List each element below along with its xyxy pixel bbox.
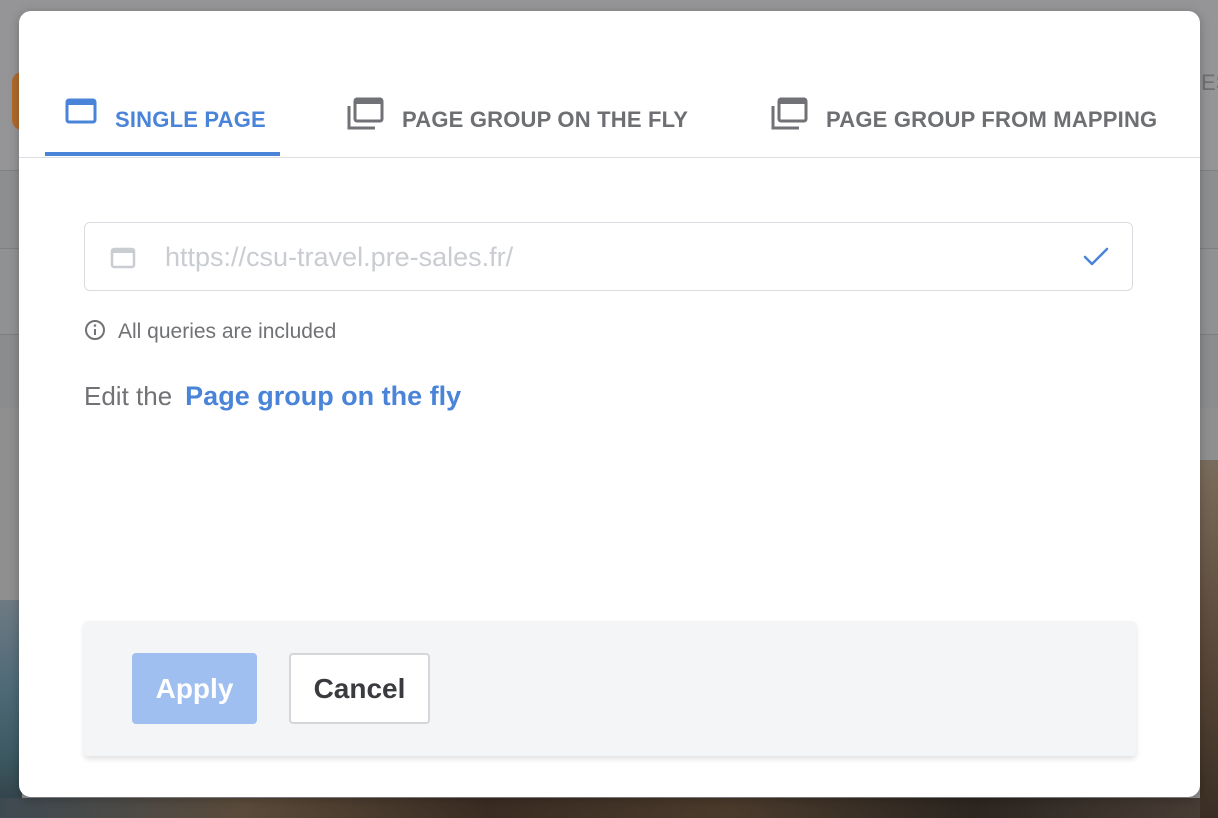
page-selector-modal: SINGLE PAGE PAGE GROUP ON THE FLY PAGE G…: [19, 11, 1200, 797]
check-icon: [1082, 244, 1110, 275]
page-group-icon: [346, 97, 384, 131]
page-url-field[interactable]: [84, 222, 1133, 291]
info-icon: [84, 319, 106, 346]
apply-button[interactable]: Apply: [132, 653, 257, 724]
modal-footer: Apply Cancel: [84, 621, 1136, 756]
cancel-button[interactable]: Cancel: [289, 653, 430, 724]
tab-label: PAGE GROUP FROM MAPPING: [826, 107, 1158, 132]
tab-bar: SINGLE PAGE PAGE GROUP ON THE FLY PAGE G…: [19, 11, 1200, 158]
edit-prefix: Edit the: [84, 381, 173, 411]
background-photo: [0, 798, 1218, 818]
info-text: All queries are included: [118, 320, 337, 343]
tab-single-page[interactable]: SINGLE PAGE: [65, 97, 266, 157]
tab-label: PAGE GROUP ON THE FLY: [402, 107, 689, 132]
page-url-input[interactable]: [165, 235, 1045, 279]
single-page-icon: [65, 97, 97, 125]
edit-page-group-link[interactable]: Page group on the fly: [185, 381, 461, 412]
tab-page-group-from-mapping[interactable]: PAGE GROUP FROM MAPPING: [770, 97, 1157, 157]
page-group-icon: [770, 97, 808, 131]
tab-label: SINGLE PAGE: [115, 107, 266, 132]
tab-page-group-on-the-fly[interactable]: PAGE GROUP ON THE FLY: [346, 97, 688, 157]
page-icon: [110, 246, 136, 275]
active-tab-indicator: [45, 152, 280, 156]
info-note: All queries are included: [84, 319, 336, 345]
background-edge-text: ES: [1201, 70, 1218, 95]
edit-row: Edit the Page group on the fly: [84, 381, 461, 412]
background-photo: [1200, 460, 1218, 818]
